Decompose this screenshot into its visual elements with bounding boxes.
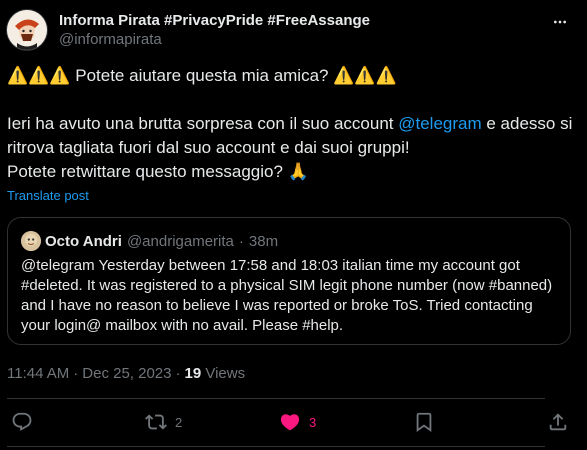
bookmark-icon <box>416 412 432 433</box>
divider-bottom <box>7 446 545 447</box>
divider-top <box>7 398 545 399</box>
heart-filled-icon <box>280 414 300 431</box>
warning-emoji-group: ⚠️⚠️⚠️ <box>333 66 397 85</box>
post-line-1: ⚠️⚠️⚠️ Potete aiutare questa mia amica? … <box>7 64 582 88</box>
repost-button[interactable]: 2 <box>145 411 182 433</box>
post-time[interactable]: 11:44 AM <box>7 365 69 382</box>
author-block: Informa Pirata #PrivacyPride #FreeAssang… <box>59 12 370 50</box>
share-icon <box>549 413 567 431</box>
quoted-time: 38m <box>248 232 279 250</box>
post-meta: 11:44 AM · Dec 25, 2023 · 19 Views <box>7 364 245 384</box>
more-icon <box>554 20 566 24</box>
post-date[interactable]: Dec 25, 2023 <box>82 365 171 382</box>
repost-count: 2 <box>175 414 183 430</box>
share-button[interactable] <box>547 411 569 433</box>
views-count: 19 <box>184 365 202 382</box>
author-name[interactable]: Informa Pirata #PrivacyPride #FreeAssang… <box>59 12 370 30</box>
like-button[interactable]: 3 <box>279 411 316 433</box>
quoted-separator: · <box>238 232 244 250</box>
quoted-post-header: Octo Andri @andrigamerita · 38m <box>21 231 278 251</box>
repost-icon <box>145 414 167 430</box>
bookmark-button[interactable] <box>413 411 435 433</box>
author-handle[interactable]: @informapirata <box>59 30 370 50</box>
post-line-2-text-a: Ieri ha avuto una brutta sorpresa con il… <box>7 114 399 133</box>
post-line-2: Ieri ha avuto una brutta sorpresa con il… <box>7 112 582 160</box>
mention-link[interactable]: @telegram <box>398 114 481 133</box>
reply-icon <box>12 412 32 431</box>
quoted-avatar <box>21 231 41 251</box>
action-bar: 2 3 <box>0 401 587 445</box>
warning-emoji-group: ⚠️⚠️⚠️ <box>7 66 71 85</box>
views-label: Views <box>205 365 246 382</box>
quoted-post[interactable]: Octo Andri @andrigamerita · 38m @telegra… <box>7 217 571 345</box>
post-line-1-text: Potete aiutare questa mia amica? <box>70 66 334 85</box>
pray-emoji: 🙏 <box>287 162 309 181</box>
meta-separator: · <box>73 365 79 382</box>
post-line-3: Potete retwittare questo messaggio? 🙏 <box>7 160 582 184</box>
more-options-button[interactable] <box>549 12 571 32</box>
translate-post-link[interactable]: Translate post <box>7 188 89 203</box>
reply-button[interactable] <box>11 411 41 433</box>
meta-separator: · <box>175 365 181 382</box>
quoted-author-name: Octo Andri <box>45 232 122 250</box>
like-count: 3 <box>309 414 317 430</box>
quoted-post-text: @telegram Yesterday between 17:58 and 18… <box>21 257 553 334</box>
author-avatar[interactable] <box>7 10 47 50</box>
post-line-3-text: Potete retwittare questo messaggio? <box>7 162 288 181</box>
quoted-author-handle: @andrigamerita <box>126 232 234 250</box>
post-text: ⚠️⚠️⚠️ Potete aiutare questa mia amica? … <box>7 64 582 184</box>
